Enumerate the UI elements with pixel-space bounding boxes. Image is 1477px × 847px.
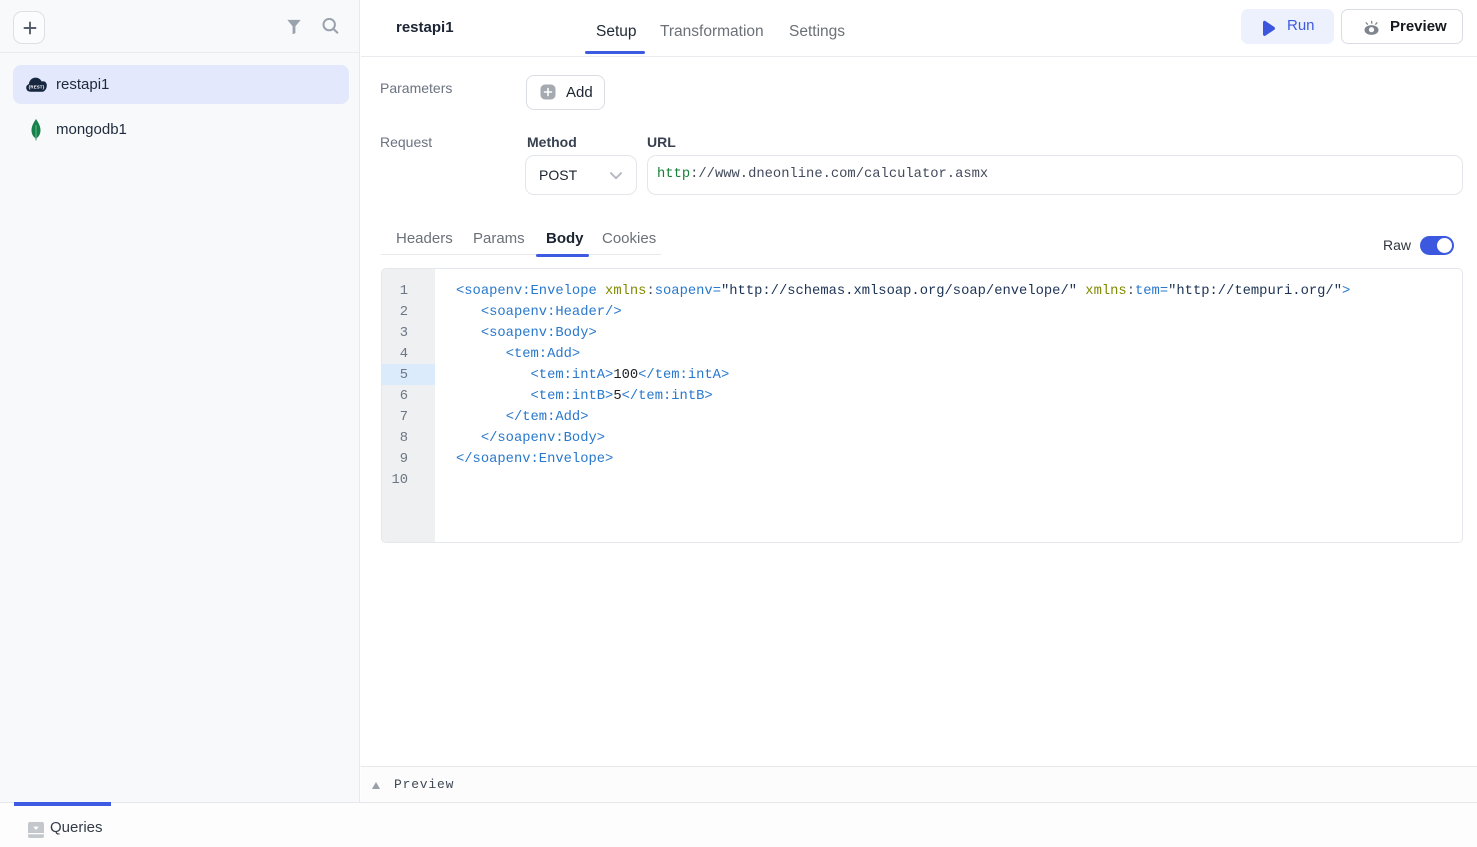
svg-text:{REST}: {REST} — [28, 85, 44, 90]
